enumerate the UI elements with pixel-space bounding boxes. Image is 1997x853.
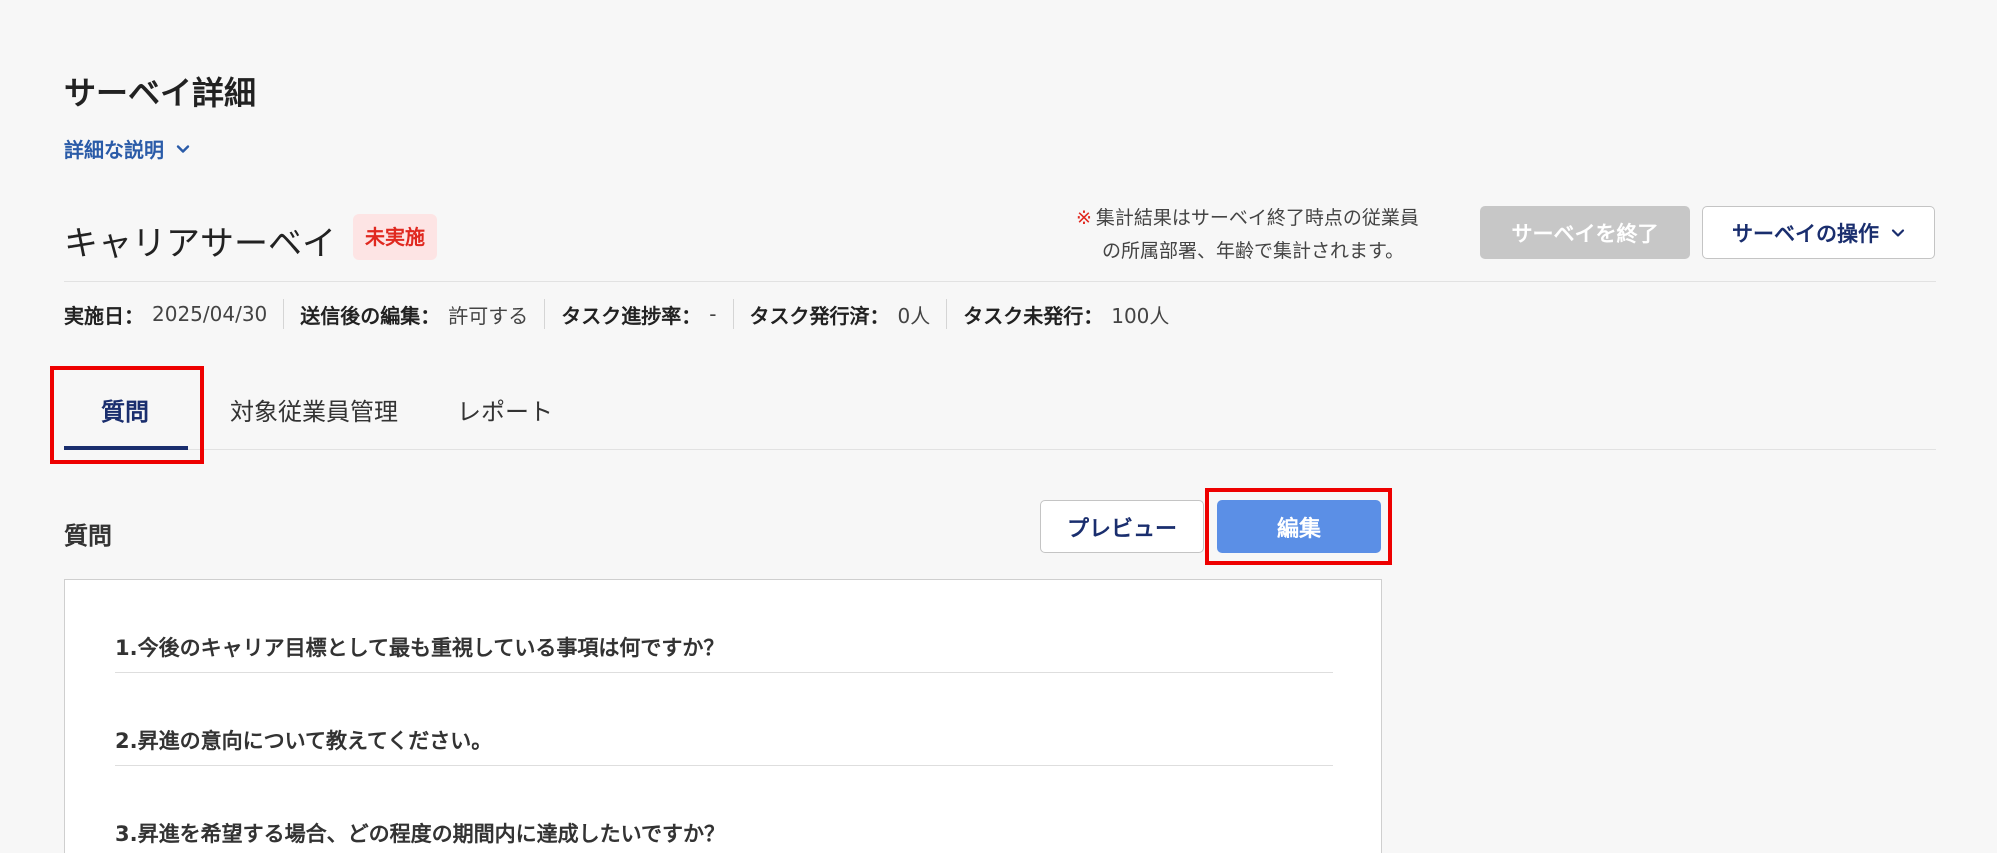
meta-value: 許可する xyxy=(448,303,529,328)
question-text: 1.今後のキャリア目標として最も重視している事項は何ですか？ xyxy=(115,636,725,660)
edit-button[interactable]: 編集 xyxy=(1217,500,1381,553)
note-mark: ※ xyxy=(1076,207,1092,229)
list-item[interactable]: 2.昇進の意向について教えてください。 xyxy=(115,673,1333,766)
status-badge: 未実施 xyxy=(353,214,437,260)
tab-questions[interactable]: 質問 xyxy=(101,392,149,427)
description-toggle[interactable]: 詳細な説明 xyxy=(64,134,190,163)
question-text: 3.昇進を希望する場合、どの程度の期間内に達成したいですか？ xyxy=(115,822,725,846)
preview-button[interactable]: プレビュー xyxy=(1040,500,1204,553)
meta-label: 送信後の編集： xyxy=(300,303,441,328)
note-line-2: の所属部署、年齢で集計されます。 xyxy=(1102,240,1405,262)
survey-name: キャリアサーベイ xyxy=(64,224,336,264)
meta-task-unissued: タスク未発行： 100人 xyxy=(946,299,1185,329)
meta-task-progress: タスク進捗率： - xyxy=(544,299,732,329)
chevron-down-icon xyxy=(176,144,190,153)
question-text: 2.昇進の意向について教えてください。 xyxy=(115,729,493,753)
list-item[interactable]: 1.今後のキャリア目標として最も重視している事項は何ですか？ xyxy=(115,580,1333,673)
survey-meta: 実施日： 2025/04/30 送信後の編集： 許可する タスク進捗率： - タ… xyxy=(64,299,1185,329)
header-divider xyxy=(64,281,1936,282)
chevron-down-icon xyxy=(1891,228,1905,237)
meta-value: - xyxy=(709,302,717,326)
list-item[interactable]: 3.昇進を希望する場合、どの程度の期間内に達成したいですか？ xyxy=(115,766,1333,853)
note-line-1: 集計結果はサーベイ終了時点の従業員 xyxy=(1095,207,1419,229)
meta-label: タスク未発行： xyxy=(963,303,1104,328)
meta-value: 100人 xyxy=(1111,303,1170,328)
meta-edit-after-send: 送信後の編集： 許可する xyxy=(283,299,544,329)
meta-label: タスク進捗率： xyxy=(561,303,702,328)
meta-value: 2025/04/30 xyxy=(152,302,268,326)
meta-label: 実施日： xyxy=(64,303,144,328)
aggregation-note: ※ 集計結果はサーベイ終了時点の従業員 の所属部署、年齢で集計されます。 xyxy=(1076,202,1476,268)
survey-header: キャリアサーベイ 未実施 ※ 集計結果はサーベイ終了時点の従業員 の所属部署、年齢… xyxy=(64,206,1936,282)
description-toggle-label: 詳細な説明 xyxy=(64,138,164,162)
question-list: 1.今後のキャリア目標として最も重視している事項は何ですか？ 2.昇進の意向につ… xyxy=(64,579,1382,853)
tab-target-employees[interactable]: 対象従業員管理 xyxy=(230,392,398,427)
page-title: サーベイ詳細 xyxy=(64,74,257,112)
survey-operations-label: サーベイの操作 xyxy=(1732,221,1879,246)
meta-date: 実施日： 2025/04/30 xyxy=(64,299,283,329)
meta-task-issued: タスク発行済： 0人 xyxy=(732,299,947,329)
end-survey-button[interactable]: サーベイを終了 xyxy=(1480,206,1690,259)
survey-detail-page: サーベイ詳細 詳細な説明 キャリアサーベイ 未実施 ※ 集計結果はサーベイ終了時点… xyxy=(50,0,1936,853)
meta-value: 0人 xyxy=(897,303,931,328)
meta-label: タスク発行済： xyxy=(749,303,890,328)
active-tab-indicator xyxy=(64,446,188,450)
tab-report[interactable]: レポート xyxy=(457,392,553,427)
tab-bar: 質問 対象従業員管理 レポート xyxy=(64,372,1936,450)
survey-operations-button[interactable]: サーベイの操作 xyxy=(1702,206,1935,259)
questions-section-label: 質問 xyxy=(64,522,112,550)
